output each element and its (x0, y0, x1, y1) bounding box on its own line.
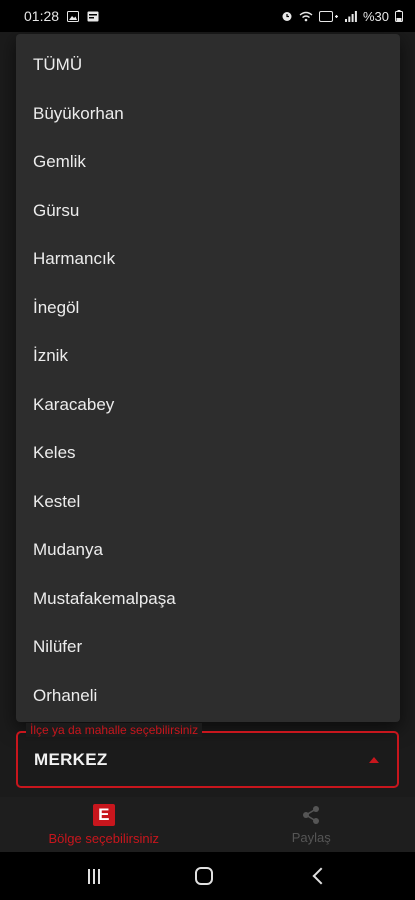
menu-item-inegol[interactable]: İnegöl (16, 284, 400, 333)
nav-share-button[interactable]: Paylaş (208, 797, 415, 852)
menu-item-mustafakemalpasa[interactable]: Mustafakemalpaşa (16, 575, 400, 624)
caret-up-icon (369, 757, 379, 763)
home-icon[interactable] (195, 867, 214, 885)
alarm-icon (281, 10, 293, 22)
back-icon[interactable] (312, 867, 330, 885)
menu-item-orhaneli[interactable]: Orhaneli (16, 672, 400, 721)
nav-share-label: Paylaş (291, 829, 331, 845)
status-time: 01:28 (24, 8, 60, 24)
district-dropdown-menu[interactable]: TÜMÜ Büyükorhan Gemlik Gürsu Harmancık İ… (16, 34, 400, 722)
select-label: İlçe ya da mahalle seçebilirsiniz (26, 723, 203, 737)
menu-item-keles[interactable]: Keles (16, 429, 400, 478)
menu-item-karacabey[interactable]: Karacabey (16, 381, 400, 430)
menu-item-mudanya[interactable]: Mudanya (16, 526, 400, 575)
battery-percent: %30 (362, 8, 389, 24)
message-notification-icon (87, 11, 99, 22)
status-bar: 01:28 %30 (0, 0, 415, 32)
volte-icon (318, 10, 339, 22)
battery-icon (395, 10, 403, 22)
menu-item-nilufer[interactable]: Nilüfer (16, 623, 400, 672)
recents-icon[interactable] (87, 868, 100, 884)
nav-region-button[interactable]: E Bölge seçebilirsiniz (0, 797, 208, 852)
menu-item-gursu[interactable]: Gürsu (16, 187, 400, 236)
bottom-navigation: E Bölge seçebilirsiniz Paylaş (0, 797, 415, 852)
system-navigation-bar (0, 852, 415, 900)
e-logo-icon: E (92, 803, 115, 826)
gallery-notification-icon (67, 10, 80, 22)
menu-item-buyukorhan[interactable]: Büyükorhan (16, 90, 400, 139)
share-icon (301, 805, 321, 825)
menu-item-harmancik[interactable]: Harmancık (16, 235, 400, 284)
menu-item-tumu[interactable]: TÜMÜ (16, 41, 400, 90)
menu-item-gemlik[interactable]: Gemlik (16, 138, 400, 187)
menu-item-kestel[interactable]: Kestel (16, 478, 400, 527)
district-select-field[interactable]: İlçe ya da mahalle seçebilirsiniz MERKEZ (16, 723, 399, 788)
select-value: MERKEZ (34, 749, 108, 769)
signal-icon (344, 10, 357, 22)
wifi-icon (299, 11, 313, 22)
nav-region-label: Bölge seçebilirsiniz (48, 830, 160, 846)
menu-item-iznik[interactable]: İznik (16, 332, 400, 381)
